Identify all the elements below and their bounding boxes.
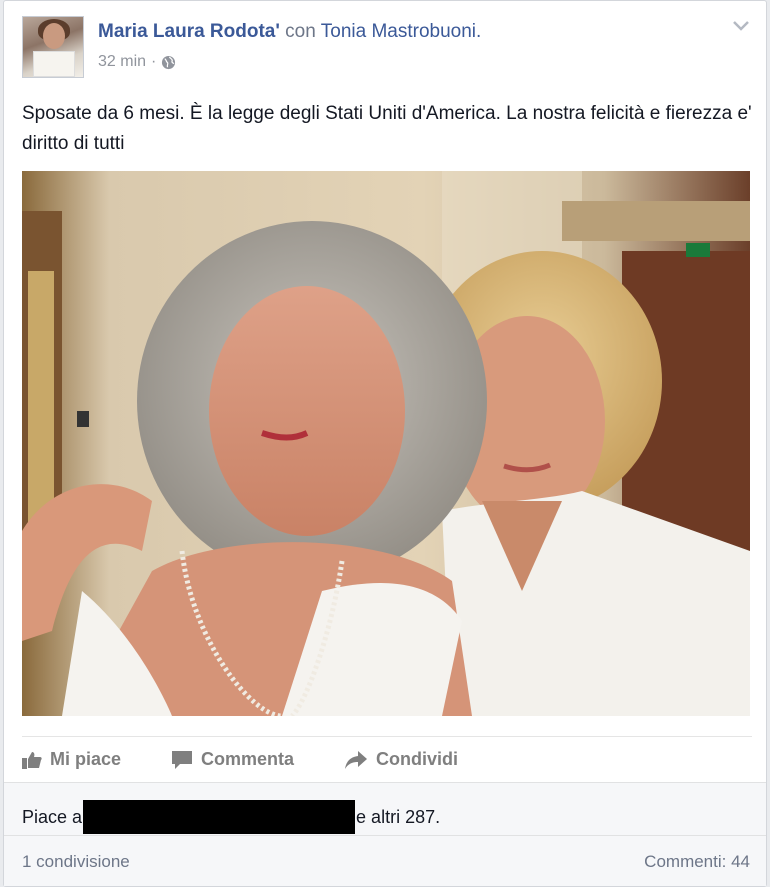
with-label: con [285, 21, 316, 42]
likes-suffix-link[interactable]: e altri 287. [356, 807, 440, 828]
share-button[interactable]: Condividi [344, 749, 458, 770]
redacted-names [83, 800, 356, 834]
post-card: Maria Laura Rodota' con Tonia Mastrobuon… [3, 0, 767, 887]
avatar-paper [33, 51, 75, 77]
post-text: Sposate da 6 mesi. È la legge degli Stat… [22, 103, 752, 154]
comment-label: Commenta [201, 749, 295, 769]
thumbs-up-icon [22, 751, 42, 769]
author-name-link[interactable]: Maria Laura Rodota' [98, 21, 280, 42]
shares-count-link[interactable]: 1 condivisione [22, 852, 130, 872]
action-bar: Mi piace Commenta Condividi [22, 736, 752, 782]
post-header: Maria Laura Rodota' con Tonia Mastrobuon… [22, 16, 752, 80]
chevron-down-icon[interactable] [732, 20, 750, 32]
like-button[interactable]: Mi piace [22, 749, 121, 770]
post-timestamp[interactable]: 32 min [98, 53, 146, 71]
share-label: Condividi [376, 749, 459, 769]
likes-prefix: Piace a [22, 806, 83, 827]
post-meta: 32 min · [98, 53, 176, 71]
photo-illustration [22, 171, 750, 716]
meta-separator: · [151, 53, 157, 70]
tagged-user-link[interactable]: Tonia Mastrobuoni. [321, 21, 482, 42]
author-avatar[interactable] [22, 16, 84, 78]
avatar-face [43, 23, 65, 49]
post-footer: 1 condivisione Commenti: 44 [4, 836, 766, 886]
comments-count-link[interactable]: Commenti: 44 [644, 852, 750, 872]
comment-icon [172, 750, 193, 769]
like-label: Mi piace [50, 749, 122, 769]
post-photo[interactable] [22, 171, 750, 716]
comment-button[interactable]: Commenta [171, 749, 294, 770]
share-arrow-icon [345, 750, 368, 769]
likes-summary: Piace a e altri 287. [4, 782, 766, 836]
globe-icon[interactable] [161, 55, 176, 70]
author-line: Maria Laura Rodota' con Tonia Mastrobuon… [98, 21, 481, 43]
